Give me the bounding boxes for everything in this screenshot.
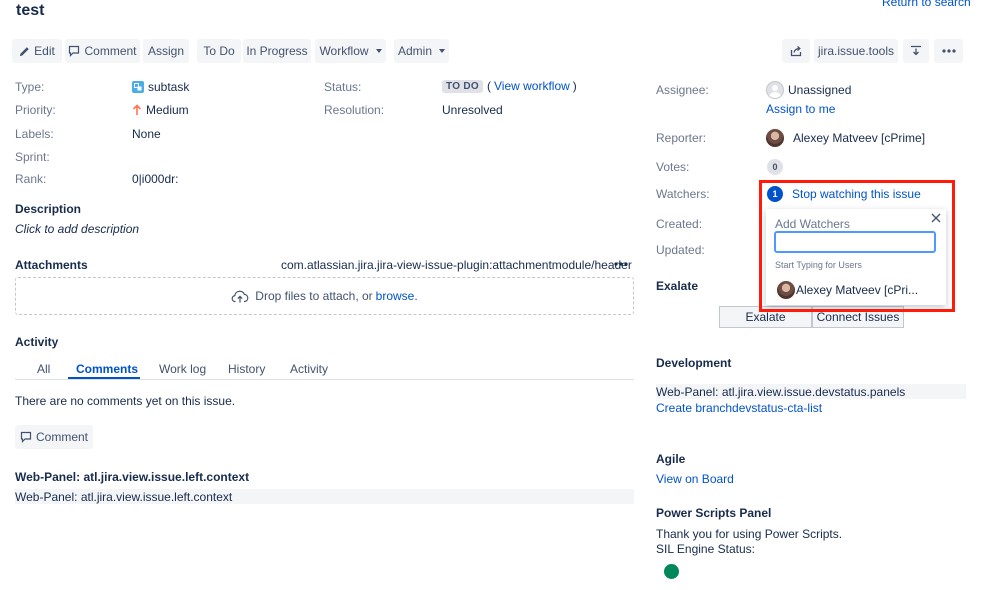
todo-button[interactable]: To Do (197, 39, 241, 63)
rank-value: 0|i000dr: (132, 172, 179, 186)
tab-comments[interactable]: Comments (76, 362, 138, 376)
attachments-header-key: com.atlassian.jira.jira-view-issue-plugi… (281, 258, 632, 272)
attachment-dropzone[interactable]: Drop files to attach, or browse. (15, 277, 634, 315)
agile-heading: Agile (656, 452, 686, 466)
votes-label: Votes: (656, 160, 690, 174)
workflow-dropdown[interactable]: Workflow (315, 39, 386, 63)
attachments-more-button[interactable] (614, 258, 628, 273)
resolution-value: Unresolved (442, 103, 503, 117)
priority-text: Medium (146, 103, 189, 117)
edit-button-label: Edit (34, 44, 55, 58)
reporter-label: Reporter: (656, 131, 707, 145)
view-workflow-link[interactable]: View workflow (494, 79, 570, 93)
unassigned-avatar-icon (766, 81, 784, 99)
view-workflow-open-paren: ( (486, 79, 491, 93)
more-icon (941, 49, 956, 53)
cloud-upload-icon (231, 290, 249, 302)
activity-heading: Activity (15, 335, 59, 349)
created-label: Created: (656, 217, 703, 231)
left-panel-heading: Web-Panel: atl.jira.view.issue.left.cont… (15, 470, 250, 484)
dropzone-text: Drop files to attach, or (255, 289, 373, 303)
status-badge: TO DO (442, 79, 483, 93)
view-workflow-close-paren: ) (572, 79, 577, 93)
description-field[interactable]: Click to add description (15, 222, 139, 236)
chevron-down-icon (439, 49, 445, 53)
power-scripts-heading: Power Scripts Panel (656, 506, 772, 520)
type-text: subtask (148, 80, 190, 94)
tab-all[interactable]: All (37, 362, 50, 376)
rank-label: Rank: (15, 172, 47, 186)
comment-icon (69, 45, 80, 57)
assign-button[interactable]: Assign (143, 39, 189, 63)
assignee-label: Assignee: (656, 83, 709, 97)
reporter-avatar (766, 129, 784, 147)
download-icon (911, 45, 921, 56)
browse-link[interactable]: browse. (376, 289, 418, 303)
resolution-label: Resolution: (324, 103, 385, 117)
more-icon (614, 262, 628, 266)
issue-tools-button[interactable]: jira.issue.tools (814, 39, 898, 63)
tabs-divider (15, 379, 634, 380)
status-label: Status: (324, 80, 362, 94)
development-heading: Development (656, 356, 732, 370)
add-comment-label: Comment (35, 430, 88, 444)
watchers-label: Watchers: (656, 187, 710, 201)
comment-icon (20, 431, 32, 443)
share-button[interactable] (782, 39, 810, 63)
create-branch-link[interactable]: Create branchdevstatus-cta-list (656, 401, 822, 415)
view-on-board-link[interactable]: View on Board (656, 472, 734, 486)
add-comment-button[interactable]: Comment (15, 425, 93, 449)
description-heading: Description (15, 202, 82, 216)
tab-activity[interactable]: Activity (290, 362, 328, 376)
share-icon (790, 46, 801, 57)
subtask-icon (132, 81, 144, 93)
return-to-search-link[interactable]: Return to search (882, 0, 971, 9)
highlight-box (759, 180, 955, 312)
assign-to-me-link[interactable]: Assign to me (766, 102, 835, 116)
tab-work-log[interactable]: Work log (159, 362, 206, 376)
sil-engine-status-label: SIL Engine Status: (656, 542, 755, 556)
no-comments-text: There are no comments yet on this issue. (15, 394, 236, 408)
admin-label: Admin (397, 44, 432, 58)
left-panel-content: Web-Panel: atl.jira.view.issue.left.cont… (15, 490, 233, 504)
labels-label: Labels: (15, 127, 54, 141)
votes-count-badge[interactable]: 0 (767, 159, 783, 175)
more-actions-button[interactable] (934, 39, 963, 63)
status-value: TO DO (View workflow) (442, 79, 577, 93)
type-label: Type: (15, 80, 45, 94)
assignee-value: Unassigned (788, 83, 852, 97)
labels-value[interactable]: None (132, 127, 161, 141)
tab-history[interactable]: History (228, 362, 265, 376)
priority-label: Priority: (15, 103, 56, 117)
admin-dropdown[interactable]: Admin (394, 39, 449, 63)
issue-title: test (16, 2, 45, 19)
priority-value: Medium (132, 103, 189, 117)
arrow-up-icon (132, 104, 142, 115)
exalate-heading: Exalate (656, 279, 699, 293)
engine-status-indicator (664, 564, 679, 579)
in-progress-button[interactable]: In Progress (243, 39, 311, 63)
power-scripts-thanks: Thank you for using Power Scripts. (656, 527, 843, 541)
development-panel: Web-Panel: atl.jira.view.issue.devstatus… (656, 385, 906, 399)
reporter-value: Alexey Matveev [cPrime] (793, 131, 926, 145)
pencil-icon (20, 46, 29, 56)
comment-button[interactable]: Comment (65, 39, 140, 63)
export-button[interactable] (903, 39, 929, 63)
chevron-down-icon (375, 49, 382, 53)
comment-button-label: Comment (84, 44, 137, 58)
type-value: subtask (132, 80, 189, 94)
edit-button[interactable]: Edit (12, 39, 62, 63)
updated-label: Updated: (656, 243, 705, 257)
workflow-label: Workflow (319, 44, 369, 58)
sprint-label: Sprint: (15, 150, 50, 164)
attachments-heading: Attachments (15, 258, 88, 272)
